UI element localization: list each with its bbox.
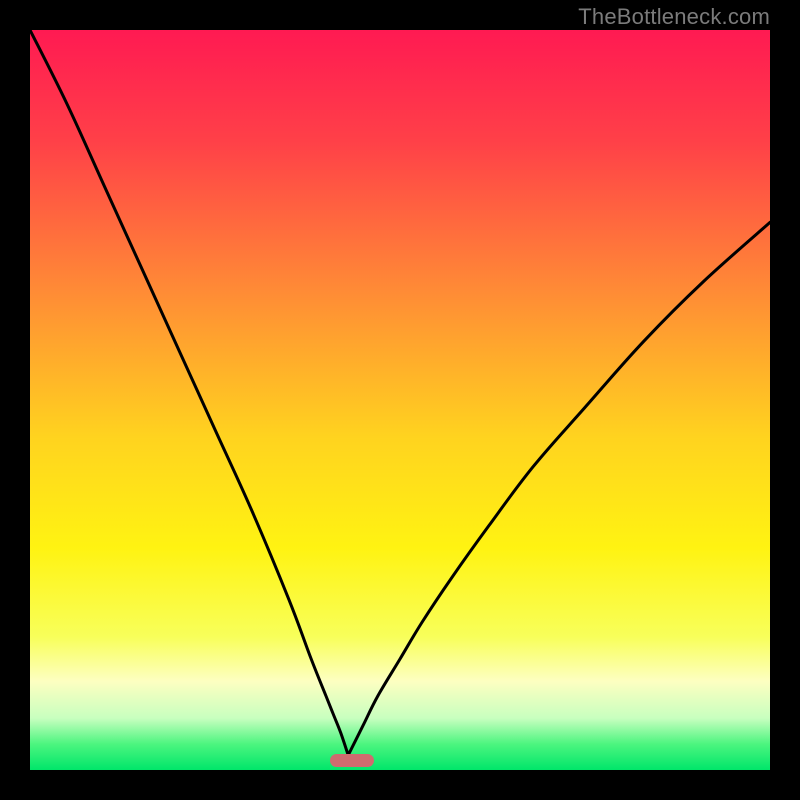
chart-frame: TheBottleneck.com xyxy=(0,0,800,800)
bottleneck-curves xyxy=(30,30,770,770)
plot-area xyxy=(30,30,770,770)
curve-right-branch xyxy=(348,222,770,755)
optimum-marker xyxy=(330,754,374,767)
watermark-text: TheBottleneck.com xyxy=(578,4,770,30)
curve-left-branch xyxy=(30,30,348,755)
